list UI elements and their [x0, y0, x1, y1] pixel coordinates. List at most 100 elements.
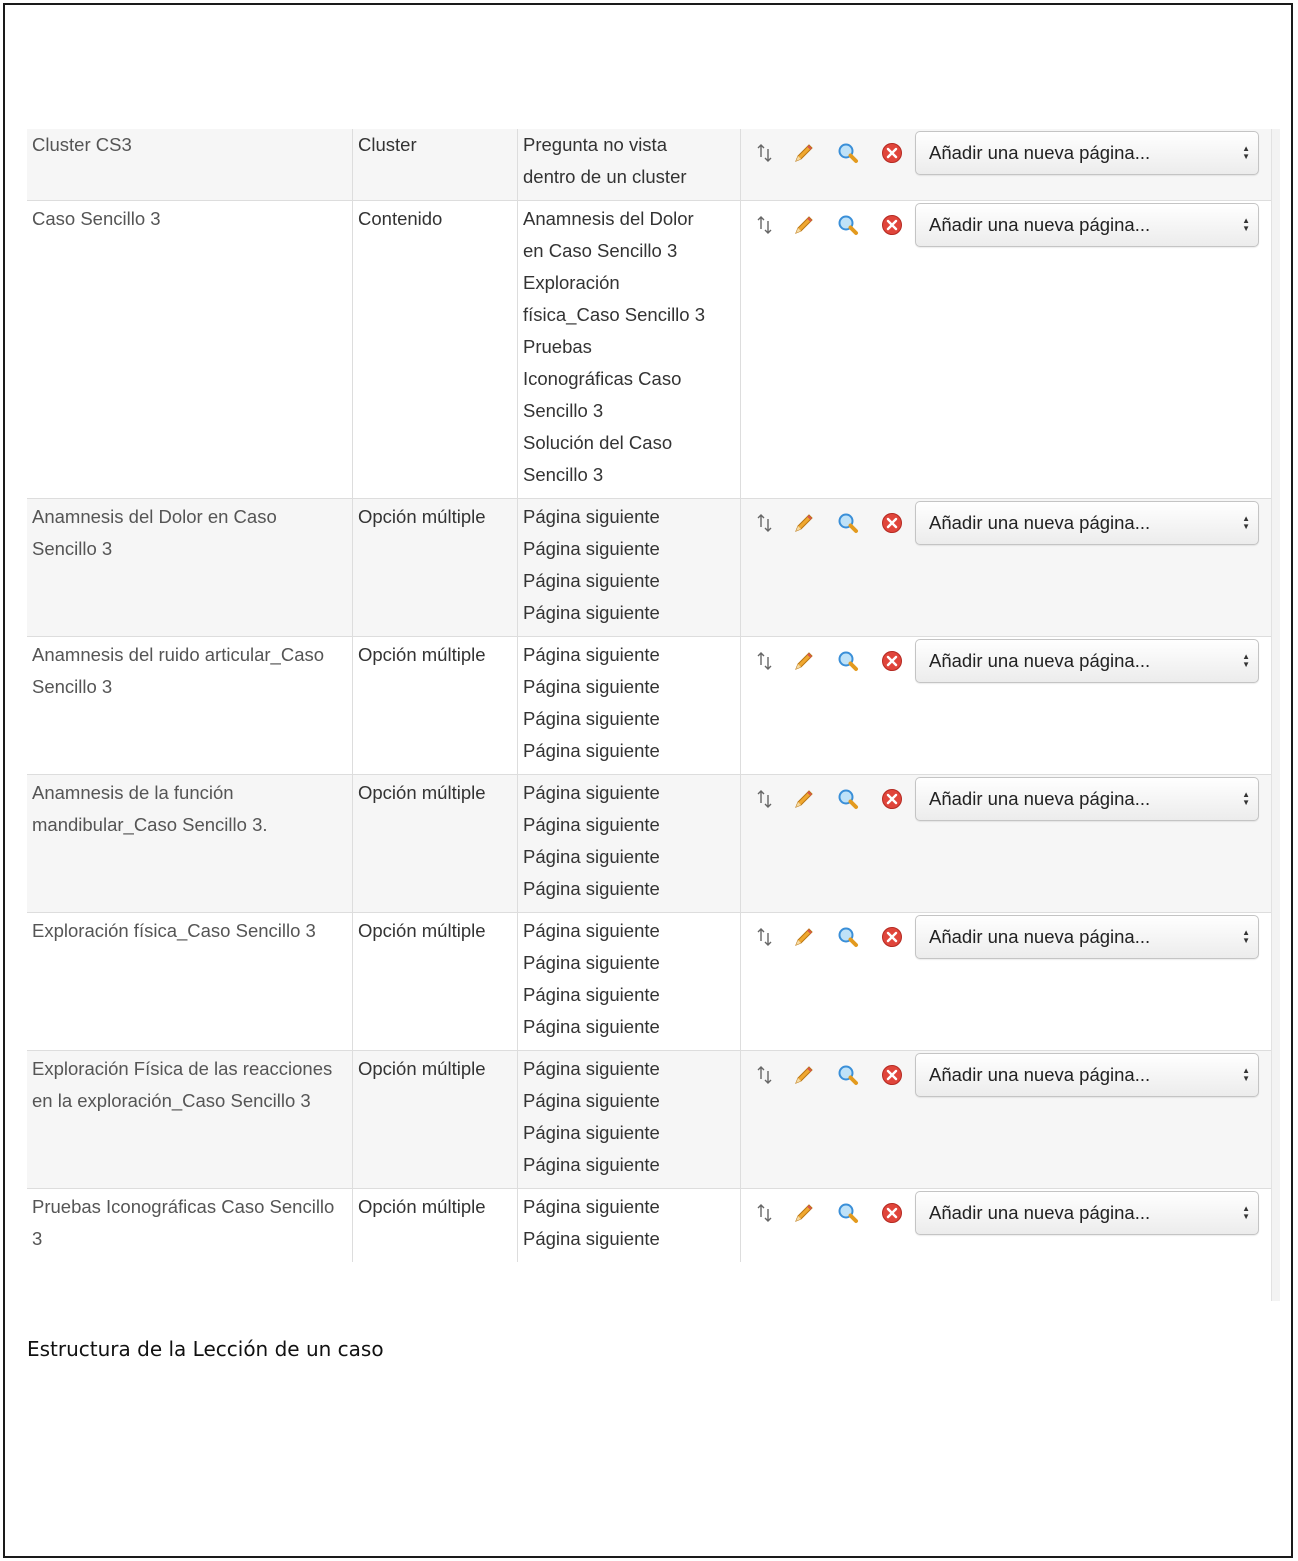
lesson-pages-table-screenshot: Cluster CS3 Cluster Pregunta no vista dentr…	[27, 129, 1280, 1301]
page-title[interactable]: Pruebas Iconográficas Caso Sencillo 3	[27, 1188, 353, 1262]
select-arrows-icon: ▲ ▼	[1242, 216, 1250, 233]
table-row: Anamnesis del ruido articular_Caso Senci…	[27, 636, 1272, 775]
move-arrows-icon[interactable]	[755, 650, 775, 672]
add-page-select-value: Añadir una nueva página...	[929, 788, 1151, 809]
move-arrows-icon[interactable]	[755, 214, 775, 236]
page-jumps: Página siguiente Página siguiente Página s…	[517, 498, 741, 637]
jump-item: en Caso Sencillo 3	[523, 240, 678, 261]
page-title[interactable]: Exploración física_Caso Sencillo 3	[27, 912, 353, 1051]
jump-item: Pruebas	[523, 336, 592, 357]
magnifier-icon[interactable]	[837, 650, 859, 672]
page-title[interactable]: Cluster CS3	[27, 129, 353, 201]
add-page-select[interactable]: Añadir una nueva página... ▲ ▼	[915, 203, 1259, 247]
add-page-select-value: Añadir una nueva página...	[929, 1064, 1151, 1085]
page-jumps: Página siguiente Página siguiente Página s…	[517, 912, 741, 1051]
delete-icon[interactable]	[881, 926, 903, 948]
jump-item: Página siguiente	[523, 984, 660, 1005]
magnifier-icon[interactable]	[837, 926, 859, 948]
move-arrows-icon[interactable]	[755, 1064, 775, 1086]
jump-item: Página siguiente	[523, 878, 660, 899]
magnifier-icon[interactable]	[837, 1202, 859, 1224]
page-actions: Añadir una nueva página... ▲ ▼	[740, 1050, 1272, 1189]
select-arrows-icon: ▲ ▼	[1242, 790, 1250, 807]
select-arrows-icon: ▲ ▼	[1242, 928, 1250, 945]
pencil-icon[interactable]	[793, 142, 815, 164]
select-arrows-icon: ▲ ▼	[1242, 514, 1250, 531]
add-page-select-value: Añadir una nueva página...	[929, 926, 1151, 947]
add-page-select[interactable]: Añadir una nueva página... ▲ ▼	[915, 1053, 1259, 1097]
jump-item: Página siguiente	[523, 1058, 660, 1079]
page-jumps: Pregunta no vista dentro de un cluster	[517, 129, 741, 201]
magnifier-icon[interactable]	[837, 512, 859, 534]
move-arrows-icon[interactable]	[755, 926, 775, 948]
page-type: Opción múltiple	[352, 1188, 518, 1262]
jump-item: Página siguiente	[523, 1228, 660, 1249]
page-type: Cluster	[352, 129, 518, 201]
page-type: Contenido	[352, 200, 518, 499]
page-title[interactable]: Anamnesis del Dolor en Caso Sencillo 3	[27, 498, 353, 637]
pencil-icon[interactable]	[793, 512, 815, 534]
table-row: Anamnesis de la función mandibular_Caso …	[27, 774, 1272, 913]
jump-item: Página siguiente	[523, 570, 660, 591]
delete-icon[interactable]	[881, 142, 903, 164]
add-page-select[interactable]: Añadir una nueva página... ▲ ▼	[915, 1191, 1259, 1235]
page-actions: Añadir una nueva página... ▲ ▼	[740, 912, 1272, 1051]
page-actions: Añadir una nueva página... ▲ ▼	[740, 129, 1272, 201]
add-page-select-value: Añadir una nueva página...	[929, 142, 1151, 163]
jump-item: Sencillo 3	[523, 464, 604, 485]
delete-icon[interactable]	[881, 512, 903, 534]
delete-icon[interactable]	[881, 1202, 903, 1224]
page-actions: Añadir una nueva página... ▲ ▼	[740, 774, 1272, 913]
pencil-icon[interactable]	[793, 1202, 815, 1224]
jump-item: Página siguiente	[523, 708, 660, 729]
move-arrows-icon[interactable]	[755, 142, 775, 164]
move-arrows-icon[interactable]	[755, 788, 775, 810]
page-title[interactable]: Anamnesis del ruido articular_Caso Senci…	[27, 636, 353, 775]
jump-item: Exploración	[523, 272, 620, 293]
page-actions: Añadir una nueva página... ▲ ▼	[740, 498, 1272, 637]
move-arrows-icon[interactable]	[755, 512, 775, 534]
pencil-icon[interactable]	[793, 650, 815, 672]
delete-icon[interactable]	[881, 214, 903, 236]
select-arrows-icon: ▲ ▼	[1242, 652, 1250, 669]
magnifier-icon[interactable]	[837, 214, 859, 236]
pencil-icon[interactable]	[793, 926, 815, 948]
add-page-select[interactable]: Añadir una nueva página... ▲ ▼	[915, 777, 1259, 821]
magnifier-icon[interactable]	[837, 788, 859, 810]
add-page-select[interactable]: Añadir una nueva página... ▲ ▼	[915, 501, 1259, 545]
add-page-select[interactable]: Añadir una nueva página... ▲ ▼	[915, 131, 1259, 175]
page-type: Opción múltiple	[352, 636, 518, 775]
jump-item: Página siguiente	[523, 1196, 660, 1217]
page-jumps: Página siguiente Página siguiente Página s…	[517, 774, 741, 913]
jump-item: Iconográficas Caso	[523, 368, 682, 389]
magnifier-icon[interactable]	[837, 1064, 859, 1086]
jump-item: Sencillo 3	[523, 400, 604, 421]
table-row: Cluster CS3 Cluster Pregunta no vista dentr…	[27, 129, 1272, 201]
jump-item: Anamnesis del Dolor	[523, 208, 694, 229]
add-page-select[interactable]: Añadir una nueva página... ▲ ▼	[915, 639, 1259, 683]
add-page-select-value: Añadir una nueva página...	[929, 214, 1151, 235]
delete-icon[interactable]	[881, 1064, 903, 1086]
page-title[interactable]: Anamnesis de la función mandibular_Caso …	[27, 774, 353, 913]
jump-item: Página siguiente	[523, 644, 660, 665]
magnifier-icon[interactable]	[837, 142, 859, 164]
pencil-icon[interactable]	[793, 1064, 815, 1086]
table-row: Anamnesis del Dolor en Caso Sencillo 3 Op…	[27, 498, 1272, 637]
lesson-pages-table: Cluster CS3 Cluster Pregunta no vista dentr…	[27, 129, 1272, 1262]
jump-item: Página siguiente	[523, 814, 660, 835]
pencil-icon[interactable]	[793, 214, 815, 236]
add-page-select[interactable]: Añadir una nueva página... ▲ ▼	[915, 915, 1259, 959]
page-type: Opción múltiple	[352, 774, 518, 913]
page-title[interactable]: Exploración Física de las reacciones en …	[27, 1050, 353, 1189]
jump-item: Página siguiente	[523, 952, 660, 973]
delete-icon[interactable]	[881, 650, 903, 672]
pencil-icon[interactable]	[793, 788, 815, 810]
move-arrows-icon[interactable]	[755, 1202, 775, 1224]
delete-icon[interactable]	[881, 788, 903, 810]
add-page-select-value: Añadir una nueva página...	[929, 512, 1151, 533]
page-jumps: Página siguiente Página siguiente Página s…	[517, 1050, 741, 1189]
page-type: Opción múltiple	[352, 1050, 518, 1189]
jump-item: Pregunta no vista	[523, 134, 667, 155]
select-arrows-icon: ▲ ▼	[1242, 144, 1250, 161]
page-title[interactable]: Caso Sencillo 3	[27, 200, 353, 499]
